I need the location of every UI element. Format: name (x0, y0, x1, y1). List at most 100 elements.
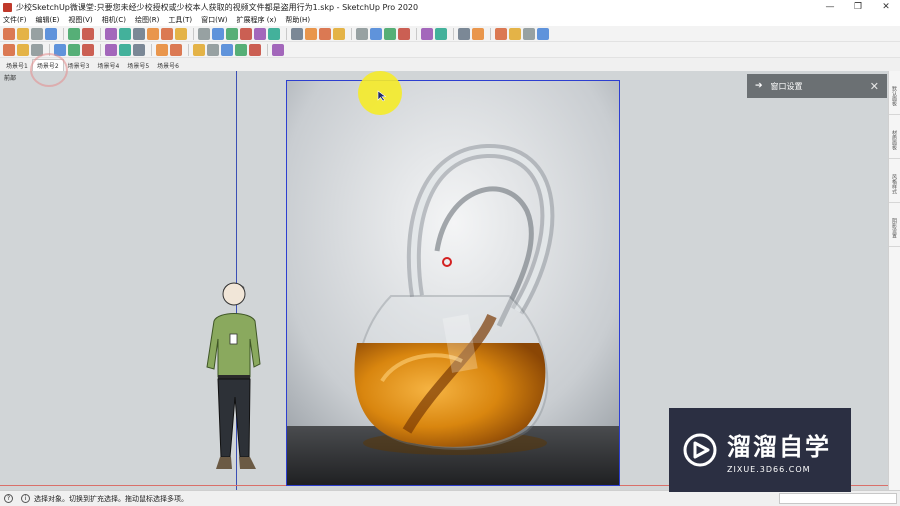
gem-icon[interactable] (458, 27, 470, 40)
menu-tools[interactable]: 工具(T) (168, 15, 192, 25)
layers-icon[interactable] (105, 43, 117, 56)
menu-bar: 文件(F) 编辑(E) 视图(V) 相机(C) 绘图(R) 工具(T) 窗口(W… (0, 14, 900, 26)
file-icon[interactable] (198, 27, 210, 40)
sync-icon[interactable] (254, 27, 266, 40)
maximize-button[interactable]: ❐ (844, 2, 872, 12)
toolbar-separator (351, 27, 352, 40)
cube-icon[interactable] (472, 27, 484, 40)
arrow-right-icon[interactable]: ➔ (755, 81, 763, 91)
scene-tab-4[interactable]: 场景号4 (93, 60, 123, 71)
record-icon[interactable] (31, 27, 43, 40)
klein-bottle-photo (287, 81, 619, 485)
measurements-box[interactable] (779, 493, 897, 504)
menu-help[interactable]: 帮助(H) (285, 15, 310, 25)
wall-icon[interactable] (193, 43, 205, 56)
mouse-pointer-icon (377, 90, 387, 102)
toolbar-separator (286, 27, 287, 40)
box-icon[interactable] (147, 27, 159, 40)
grid-icon[interactable] (495, 27, 507, 40)
sketchup-app-icon (3, 2, 12, 12)
scene-tab-1[interactable]: 场景号1 (2, 60, 32, 71)
menu-edit[interactable]: 编辑(E) (36, 15, 60, 25)
side-tray: 默认面板 材质面板 风格样式 阴影设置 (888, 71, 900, 490)
scale-figure-person[interactable] (200, 279, 280, 490)
play-icon[interactable] (17, 27, 29, 40)
window-title: 少校SketchUp微课堂:只要您未经少校授权或少校本人获取的视频文件都是盗用行… (16, 2, 419, 12)
route-icon[interactable] (398, 27, 410, 40)
window-icon[interactable] (221, 43, 233, 56)
menu-extensions[interactable]: 扩展程序 (x) (236, 15, 276, 25)
tray-tab-default[interactable]: 默认面板 (889, 77, 900, 115)
tray-tab-materials[interactable]: 材质面板 (889, 121, 900, 159)
eraser-icon[interactable] (333, 27, 345, 40)
extension-toolbar (0, 42, 900, 58)
settings-icon[interactable] (119, 27, 131, 40)
camera-icon[interactable] (156, 43, 168, 56)
delete-icon[interactable] (240, 27, 252, 40)
info-icon[interactable]: i (21, 494, 30, 503)
toolbar-separator (267, 43, 268, 56)
frame-icon[interactable] (421, 27, 433, 40)
stair-icon[interactable] (249, 43, 261, 56)
scene-tab-3[interactable]: 场景号3 (64, 60, 94, 71)
close-icon[interactable]: ✕ (870, 80, 879, 93)
tree-icon[interactable] (82, 43, 94, 56)
node-icon[interactable] (537, 27, 549, 40)
toolbar-separator (151, 43, 152, 56)
globe-icon[interactable] (272, 43, 284, 56)
orbit-icon[interactable] (3, 27, 15, 40)
bucket-icon[interactable] (370, 27, 382, 40)
person-icon[interactable] (82, 27, 94, 40)
scene-tab-6[interactable]: 场景号6 (153, 60, 183, 71)
measure-icon[interactable] (523, 27, 535, 40)
home-icon[interactable] (3, 43, 15, 56)
toolbar-separator (416, 27, 417, 40)
menu-file[interactable]: 文件(F) (3, 15, 27, 25)
klein-bottle-image[interactable] (286, 80, 620, 486)
paint-icon[interactable] (268, 27, 280, 40)
menu-window[interactable]: 窗口(W) (201, 15, 227, 25)
toolbar-separator (490, 27, 491, 40)
print-icon[interactable] (105, 27, 117, 40)
close-button[interactable]: ✕ (872, 2, 900, 12)
axis-icon[interactable] (509, 27, 521, 40)
tray-tab-styles[interactable]: 风格样式 (889, 165, 900, 203)
window-settings-panel[interactable]: ➔ 窗口设置 ✕ (747, 74, 887, 98)
arrow-icon[interactable] (356, 27, 368, 40)
ruler-icon[interactable] (319, 27, 331, 40)
cylinder-icon[interactable] (161, 27, 173, 40)
watermark-url: ZIXUE.3D66.COM (727, 464, 811, 474)
roof-icon[interactable] (235, 43, 247, 56)
fill-icon[interactable] (133, 43, 145, 56)
pin-icon[interactable] (291, 27, 303, 40)
copy-icon[interactable] (212, 27, 224, 40)
prev-icon[interactable] (45, 27, 57, 40)
watermark-name: 溜溜自学 (727, 432, 831, 461)
tray-tab-shadows[interactable]: 阴影设置 (889, 209, 900, 247)
chart-icon[interactable] (170, 43, 182, 56)
s-logo-icon[interactable] (384, 27, 396, 40)
paste-icon[interactable] (226, 27, 238, 40)
walk-icon[interactable] (68, 27, 80, 40)
render-icon[interactable] (175, 27, 187, 40)
grid-icon[interactable] (119, 43, 131, 56)
minimize-button[interactable]: — (816, 2, 844, 12)
door-icon[interactable] (207, 43, 219, 56)
menu-view[interactable]: 视图(V) (68, 15, 92, 25)
panel-title: 窗口设置 (770, 81, 803, 91)
status-bar: ? i 选择对象。切换到扩充选择。拖动鼠标选择多项。 (0, 490, 900, 506)
sphere-icon[interactable] (305, 27, 317, 40)
help-icon[interactable]: ? (4, 494, 13, 503)
gear-icon[interactable] (133, 27, 145, 40)
toolbar-separator (453, 27, 454, 40)
zoom-icon[interactable] (435, 27, 447, 40)
click-indicator-ring (30, 53, 68, 87)
menu-camera[interactable]: 相机(C) (102, 15, 126, 25)
refresh-icon[interactable] (17, 43, 29, 56)
link-icon[interactable] (68, 43, 80, 56)
toolbar-separator (188, 43, 189, 56)
view-label: 前部 (4, 75, 17, 82)
scene-tab-5[interactable]: 场景号5 (123, 60, 153, 71)
play-logo-icon (683, 433, 717, 467)
menu-draw[interactable]: 绘图(R) (135, 15, 159, 25)
